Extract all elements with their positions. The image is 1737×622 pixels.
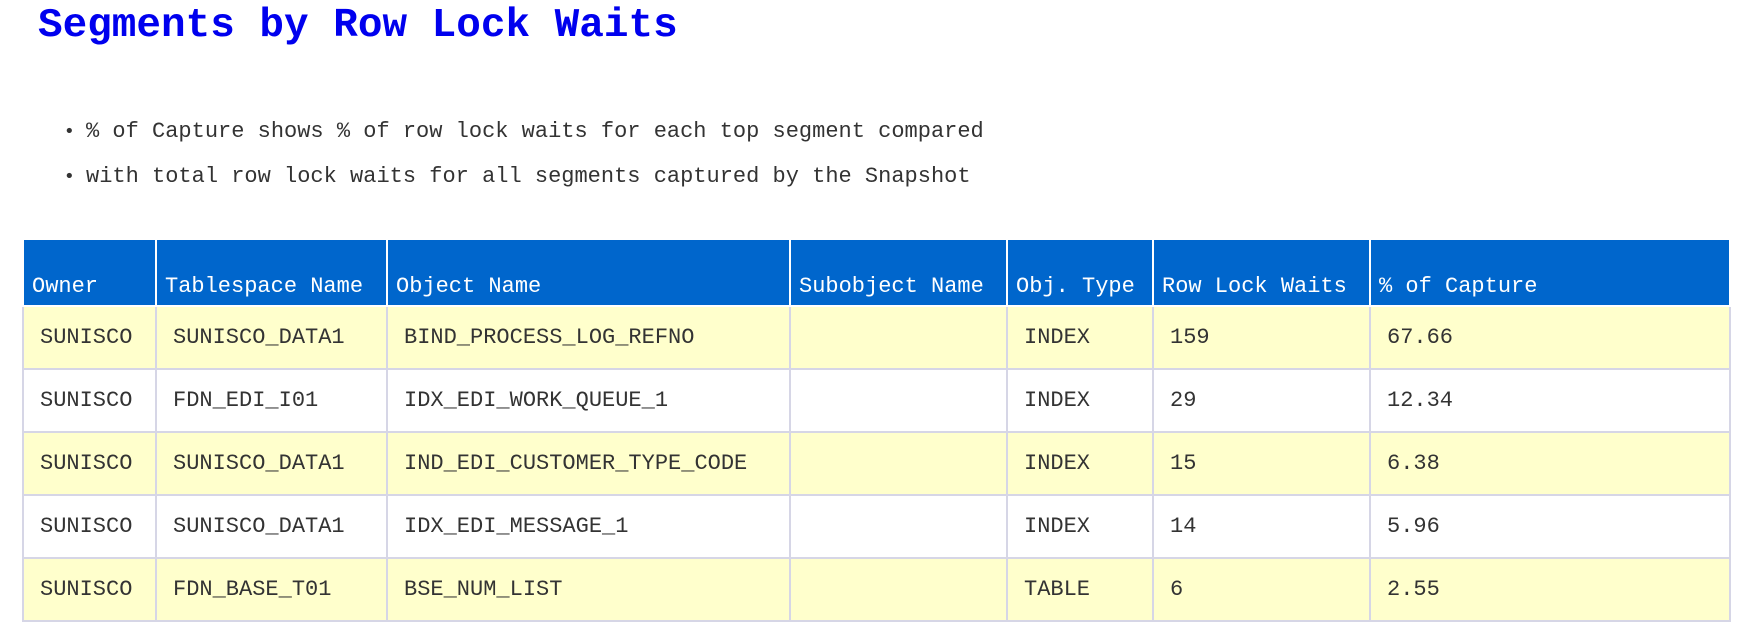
page-title: Segments by Row Lock Waits [38,3,678,49]
cell-object-name: BSE_NUM_LIST [386,557,791,622]
cell-owner: SUNISCO [22,557,157,622]
cell-obj-type: INDEX [1006,368,1154,433]
column-header-tablespace-name: Tablespace Name [155,240,388,307]
cell-row-lock-waits: 159 [1152,305,1371,370]
cell-object-name: IDX_EDI_MESSAGE_1 [386,494,791,559]
column-header-subobject-name: Subobject Name [789,240,1008,307]
cell-percent-of-capture: 5.96 [1369,494,1731,559]
bullet-icon: • [64,121,75,142]
cell-obj-type: INDEX [1006,494,1154,559]
cell-subobject-name [789,557,1008,622]
note-item: • with total row lock waits for all segme… [60,159,984,204]
cell-object-name: IND_EDI_CUSTOMER_TYPE_CODE [386,431,791,496]
note-item: • % of Capture shows % of row lock waits … [60,114,984,159]
cell-subobject-name [789,431,1008,496]
cell-percent-of-capture: 67.66 [1369,305,1731,370]
cell-percent-of-capture: 2.55 [1369,557,1731,622]
cell-tablespace-name: FDN_EDI_I01 [155,368,388,433]
cell-obj-type: TABLE [1006,557,1154,622]
cell-tablespace-name: SUNISCO_DATA1 [155,431,388,496]
note-text: with total row lock waits for all segmen… [86,164,971,189]
table-row: SUNISCO SUNISCO_DATA1 IND_EDI_CUSTOMER_T… [22,431,1731,496]
column-header-row-lock-waits: Row Lock Waits [1152,240,1371,307]
cell-percent-of-capture: 12.34 [1369,368,1731,433]
column-header-owner: Owner [22,240,157,307]
cell-obj-type: INDEX [1006,305,1154,370]
cell-row-lock-waits: 6 [1152,557,1371,622]
cell-owner: SUNISCO [22,431,157,496]
cell-owner: SUNISCO [22,368,157,433]
cell-row-lock-waits: 14 [1152,494,1371,559]
cell-tablespace-name: SUNISCO_DATA1 [155,494,388,559]
cell-subobject-name [789,305,1008,370]
table-row: SUNISCO FDN_EDI_I01 IDX_EDI_WORK_QUEUE_1… [22,368,1731,433]
table-header-row: Owner Tablespace Name Object Name Subobj… [22,240,1731,307]
notes-list: • % of Capture shows % of row lock waits … [60,114,984,204]
cell-percent-of-capture: 6.38 [1369,431,1731,496]
cell-subobject-name [789,368,1008,433]
cell-row-lock-waits: 29 [1152,368,1371,433]
bullet-icon: • [64,166,75,187]
cell-object-name: IDX_EDI_WORK_QUEUE_1 [386,368,791,433]
cell-tablespace-name: FDN_BASE_T01 [155,557,388,622]
cell-owner: SUNISCO [22,494,157,559]
table-row: SUNISCO SUNISCO_DATA1 BIND_PROCESS_LOG_R… [22,305,1731,370]
cell-subobject-name [789,494,1008,559]
cell-tablespace-name: SUNISCO_DATA1 [155,305,388,370]
cell-obj-type: INDEX [1006,431,1154,496]
cell-owner: SUNISCO [22,305,157,370]
note-text: % of Capture shows % of row lock waits f… [86,119,984,144]
segments-table: Owner Tablespace Name Object Name Subobj… [22,240,1731,622]
table-row: SUNISCO SUNISCO_DATA1 IDX_EDI_MESSAGE_1 … [22,494,1731,559]
column-header-object-name: Object Name [386,240,791,307]
column-header-obj-type: Obj. Type [1006,240,1154,307]
table-row: SUNISCO FDN_BASE_T01 BSE_NUM_LIST TABLE … [22,557,1731,622]
cell-row-lock-waits: 15 [1152,431,1371,496]
cell-object-name: BIND_PROCESS_LOG_REFNO [386,305,791,370]
column-header-percent-of-capture: % of Capture [1369,240,1731,307]
